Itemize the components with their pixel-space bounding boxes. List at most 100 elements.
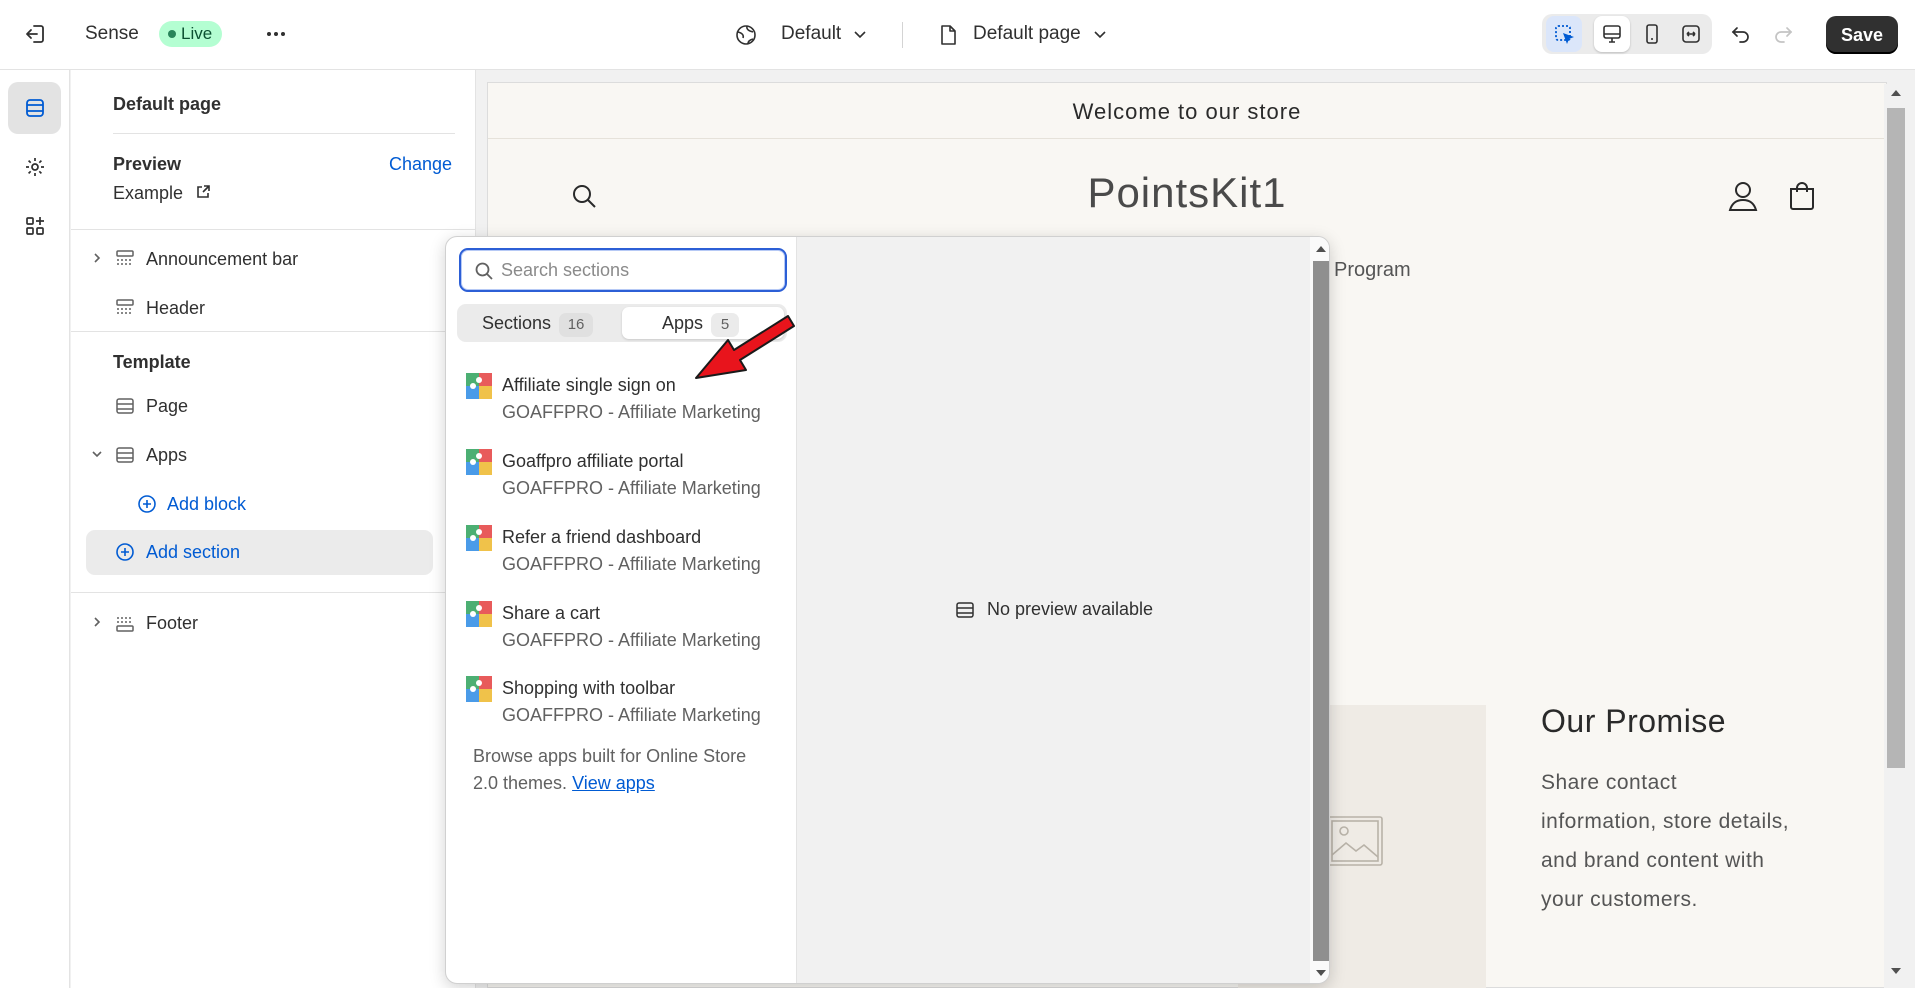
promise-title: Our Promise xyxy=(1541,703,1727,739)
app-title: Shopping with toolbar xyxy=(502,678,676,698)
chevron-down-icon[interactable] xyxy=(852,26,868,42)
settings-icon[interactable] xyxy=(8,141,61,193)
add-section-popover: Sections16 Apps5 Affiliate single sign o… xyxy=(445,236,1330,984)
section-icon xyxy=(115,445,135,465)
template-label: Template xyxy=(113,352,191,372)
section-icon xyxy=(115,396,135,416)
sidebar-item-page[interactable]: Page xyxy=(146,394,188,418)
browse-apps-text-2: 2.0 themes. xyxy=(473,773,568,793)
browse-apps-text: Browse apps built for Online Store xyxy=(473,746,747,766)
live-badge: Live xyxy=(159,21,223,47)
browse-apps-text: 2.0 themes. View apps xyxy=(473,773,655,794)
popover-scrollbar-thumb[interactable] xyxy=(1313,261,1329,961)
redo-icon xyxy=(1765,16,1801,52)
sidebar-item-footer[interactable]: Footer xyxy=(146,611,198,635)
add-section-button[interactable] xyxy=(86,530,433,575)
app-vendor: GOAFFPRO - Affiliate Marketing xyxy=(502,554,761,574)
add-block-button[interactable]: Add block xyxy=(167,492,246,516)
app-title: Refer a friend dashboard xyxy=(502,527,702,547)
app-vendor: GOAFFPRO - Affiliate Marketing xyxy=(502,478,761,498)
view-apps-link[interactable]: View apps xyxy=(572,773,655,793)
scroll-up-icon[interactable] xyxy=(1315,245,1327,253)
chevron-right-icon[interactable] xyxy=(90,615,104,629)
chevron-down-icon[interactable] xyxy=(90,447,104,461)
page-title: Default page xyxy=(113,94,222,114)
no-preview: No preview available xyxy=(797,599,1311,620)
undo-icon[interactable] xyxy=(1723,16,1759,52)
globe-icon xyxy=(734,23,758,47)
promise-line: Share contact xyxy=(1541,771,1678,794)
image-placeholder-icon xyxy=(1326,815,1384,867)
add-circle-icon xyxy=(115,542,135,562)
app-puzzle-icon xyxy=(466,449,492,475)
save-button[interactable]: Save xyxy=(1826,16,1898,54)
promise-line: information, store details, xyxy=(1541,810,1790,833)
sidebar-item-header[interactable]: Header xyxy=(146,296,205,320)
desktop-icon[interactable] xyxy=(1594,16,1630,52)
sidebar: Default page Preview Change Example Anno… xyxy=(71,70,476,988)
sections-icon[interactable] xyxy=(8,82,61,134)
sidebar-item-apps[interactable]: Apps xyxy=(146,443,187,467)
page-icon xyxy=(937,23,959,47)
inspector-icon[interactable] xyxy=(1546,16,1582,52)
section-icon xyxy=(115,613,135,633)
app-title: Share a cart xyxy=(502,603,601,623)
app-block-item[interactable]: Refer a friend dashboard GOAFFPRO - Affi… xyxy=(466,525,786,587)
promise-line: your customers. xyxy=(1541,888,1698,911)
app-puzzle-icon xyxy=(466,676,492,702)
tab-sections[interactable]: Sections 16 xyxy=(460,307,622,339)
no-preview-text: No preview available xyxy=(986,599,1154,619)
section-icon xyxy=(956,601,974,618)
announcement-text: Welcome to our store xyxy=(1072,99,1302,124)
search-icon xyxy=(474,261,494,281)
tab-sections-label: Sections xyxy=(482,313,552,333)
exit-icon[interactable] xyxy=(18,16,54,52)
section-icon xyxy=(115,298,135,318)
scroll-down-icon[interactable] xyxy=(1889,966,1903,976)
chevron-down-icon[interactable] xyxy=(1092,26,1108,42)
app-block-item[interactable]: Share a cart GOAFFPRO - Affiliate Market… xyxy=(466,601,786,663)
app-puzzle-icon xyxy=(466,601,492,627)
sidebar-item-announcement-bar[interactable]: Announcement bar xyxy=(146,247,298,271)
app-vendor: GOAFFPRO - Affiliate Marketing xyxy=(502,705,761,725)
more-icon[interactable] xyxy=(258,16,294,52)
preview-scrollbar-thumb[interactable] xyxy=(1887,108,1905,768)
app-block-item[interactable]: Goaffpro affiliate portal GOAFFPRO - Aff… xyxy=(466,449,786,511)
popover-scrollbar[interactable] xyxy=(1310,237,1329,983)
annotation-arrow-icon xyxy=(695,315,795,379)
add-circle-icon xyxy=(137,494,157,514)
nav-link[interactable]: Program xyxy=(1334,259,1411,282)
promise-line: and brand content with xyxy=(1541,849,1765,872)
app-block-item[interactable]: Shopping with toolbar GOAFFPRO - Affilia… xyxy=(466,676,786,738)
page-select[interactable]: Default page xyxy=(973,21,1081,47)
chevron-right-icon[interactable] xyxy=(90,251,104,265)
app-title: Affiliate single sign on xyxy=(502,375,676,395)
search-input[interactable] xyxy=(501,258,771,282)
top-bar: Sense Live Default Default page Save xyxy=(0,0,1915,70)
tab-sections-count: 16 xyxy=(559,313,594,337)
mobile-icon[interactable] xyxy=(1634,16,1670,52)
store-name[interactable]: PointsKit1 xyxy=(488,169,1886,217)
add-section-label[interactable]: Add section xyxy=(146,540,240,564)
cart-icon[interactable] xyxy=(1786,180,1818,212)
external-link-icon[interactable] xyxy=(195,184,211,200)
theme-name: Sense xyxy=(85,23,139,44)
change-link[interactable]: Change xyxy=(389,152,452,176)
section-preview-pane: No preview available xyxy=(796,237,1311,983)
fullwidth-icon[interactable] xyxy=(1673,16,1709,52)
preview-label: Preview xyxy=(113,154,182,174)
app-vendor: GOAFFPRO - Affiliate Marketing xyxy=(502,630,761,650)
app-puzzle-icon xyxy=(466,373,492,399)
section-icon xyxy=(115,249,135,269)
app-vendor: GOAFFPRO - Affiliate Marketing xyxy=(502,402,761,422)
apps-icon[interactable] xyxy=(8,200,61,252)
preview-value: Example xyxy=(113,183,184,203)
language-select[interactable]: Default xyxy=(781,21,841,47)
account-icon[interactable] xyxy=(1728,180,1758,212)
app-puzzle-icon xyxy=(466,525,492,551)
icon-rail xyxy=(0,70,70,988)
scroll-down-icon[interactable] xyxy=(1315,969,1327,977)
scroll-up-icon[interactable] xyxy=(1889,88,1903,98)
search-field[interactable] xyxy=(459,248,787,292)
divider xyxy=(902,22,903,48)
